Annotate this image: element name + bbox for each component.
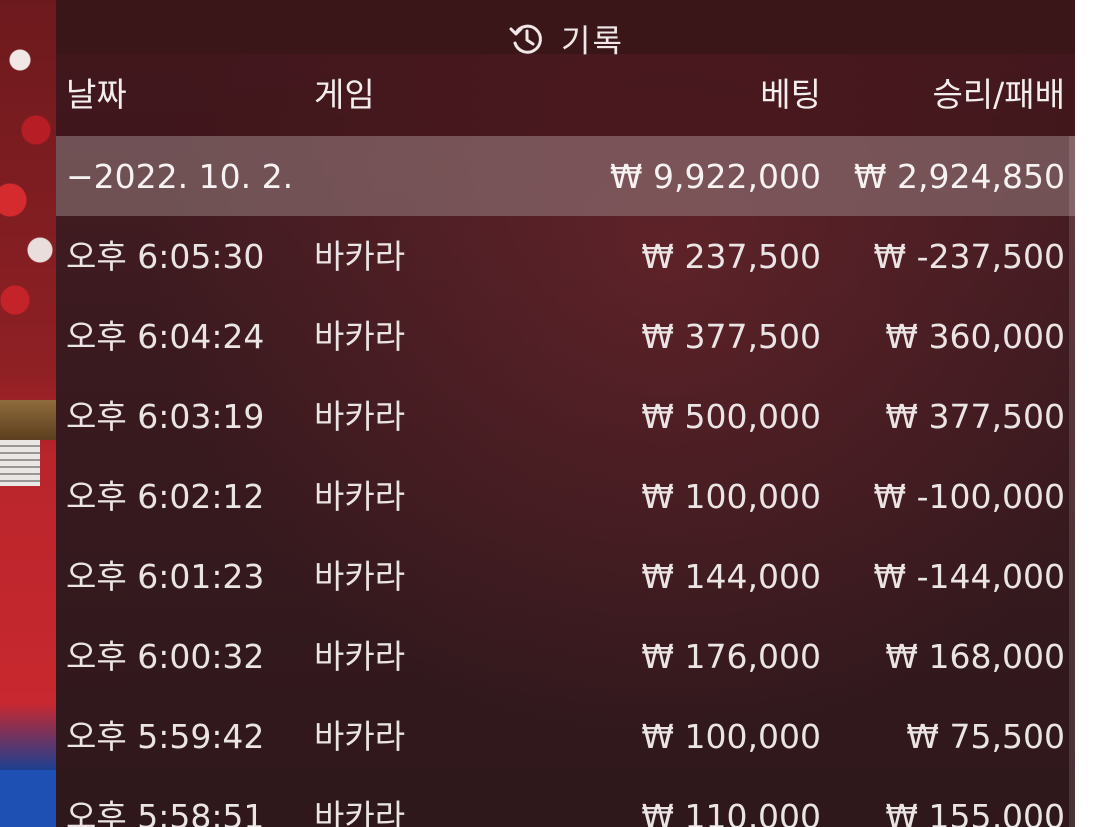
row-time: 오후 6:01:23 [66, 557, 265, 596]
row-game: 바카라 [314, 477, 406, 516]
history-icon [509, 24, 542, 54]
row-result: ₩ -237,500 [873, 237, 1066, 276]
date-group-row[interactable]: −2022. 10. 2. ₩ 9,922,000 ₩ 2,924,850 [56, 136, 1075, 216]
scrollbar[interactable] [1069, 136, 1075, 827]
row-game: 바카라 [314, 637, 406, 676]
column-header-date[interactable]: 날짜 [66, 78, 127, 111]
row-bet: ₩ 237,500 [641, 237, 821, 276]
row-result: ₩ 155,000 [885, 797, 1065, 827]
row-time: 오후 6:05:30 [66, 237, 265, 276]
background-blue-bar [0, 770, 56, 827]
date-group-label: −2022. 10. 2. [66, 157, 294, 196]
row-bet: ₩ 100,000 [641, 717, 821, 756]
row-time: 오후 5:58:51 [66, 797, 265, 827]
row-result: ₩ 75,500 [906, 717, 1065, 756]
background-right-edge [1075, 0, 1105, 827]
history-table-body: −2022. 10. 2. ₩ 9,922,000 ₩ 2,924,850 오후… [56, 136, 1075, 827]
date-group-bet-total: ₩ 9,922,000 [609, 157, 821, 196]
row-bet: ₩ 176,000 [641, 637, 821, 676]
date-group-result-total: ₩ 2,924,850 [853, 157, 1065, 196]
row-time: 오후 6:02:12 [66, 477, 265, 516]
row-result: ₩ -144,000 [873, 557, 1066, 596]
table-row[interactable]: 오후 6:03:19 바카라 ₩ 500,000 ₩ 377,500 [56, 376, 1075, 456]
row-game: 바카라 [314, 557, 406, 596]
row-game: 바카라 [314, 237, 406, 276]
table-row[interactable]: 오후 6:05:30 바카라 ₩ 237,500 ₩ -237,500 [56, 216, 1075, 296]
table-header: 날짜 게임 베팅 승리/패배 [56, 54, 1075, 136]
row-game: 바카라 [314, 317, 406, 356]
row-time: 오후 6:04:24 [66, 317, 265, 356]
table-row[interactable]: 오후 6:01:23 바카라 ₩ 144,000 ₩ -144,000 [56, 536, 1075, 616]
row-bet: ₩ 144,000 [641, 557, 821, 596]
table-row[interactable]: 오후 6:04:24 바카라 ₩ 377,500 ₩ 360,000 [56, 296, 1075, 376]
column-header-bet[interactable]: 베팅 [760, 78, 821, 111]
row-result: ₩ 168,000 [885, 637, 1065, 676]
table-row[interactable]: 오후 5:59:42 바카라 ₩ 100,000 ₩ 75,500 [56, 696, 1075, 776]
table-row[interactable]: 오후 6:00:32 바카라 ₩ 176,000 ₩ 168,000 [56, 616, 1075, 696]
row-bet: ₩ 500,000 [641, 397, 821, 436]
panel-header: 기록 [56, 0, 1075, 60]
row-result: ₩ -100,000 [873, 477, 1066, 516]
table-edge [0, 400, 56, 440]
row-result: ₩ 377,500 [885, 397, 1065, 436]
column-header-game[interactable]: 게임 [314, 78, 375, 111]
row-time: 오후 6:00:32 [66, 637, 265, 676]
table-row[interactable]: 오후 6:02:12 바카라 ₩ 100,000 ₩ -100,000 [56, 456, 1075, 536]
row-game: 바카라 [314, 397, 406, 436]
row-result: ₩ 360,000 [885, 317, 1065, 356]
row-game: 바카라 [314, 717, 406, 756]
row-game: 바카라 [314, 797, 406, 827]
chip-stack [0, 440, 40, 486]
row-bet: ₩ 100,000 [641, 477, 821, 516]
row-time: 오후 5:59:42 [66, 717, 265, 756]
history-panel: 기록 날짜 게임 베팅 승리/패배 −2022. 10. 2. ₩ 9,922,… [56, 0, 1075, 827]
row-time: 오후 6:03:19 [66, 397, 265, 436]
background-game-scene [0, 0, 56, 827]
row-bet: ₩ 110,000 [641, 797, 821, 827]
column-header-result[interactable]: 승리/패배 [932, 78, 1065, 111]
table-row[interactable]: 오후 5:58:51 바카라 ₩ 110,000 ₩ 155,000 [56, 776, 1075, 827]
row-bet: ₩ 377,500 [641, 317, 821, 356]
